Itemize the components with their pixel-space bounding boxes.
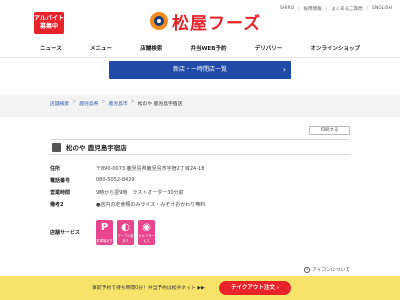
chevron-right-icon: ›: [282, 65, 286, 74]
info-label: 営業時間: [50, 189, 71, 196]
info-value[interactable]: 080-5052-8429: [96, 177, 135, 183]
question-icon: ?: [304, 266, 310, 273]
nav-item-menu[interactable]: メニュー: [90, 42, 112, 54]
breadcrumb-item[interactable]: 店舗検索: [50, 100, 69, 107]
nav-divider: [0, 57, 400, 58]
brand-logo-mark-icon: [150, 12, 168, 30]
brand-logo[interactable]: 松屋フーズ: [150, 8, 261, 34]
info-label: 電話番号: [50, 177, 71, 184]
breadcrumb-current: 松のや 鹿児島宇宿店: [137, 102, 183, 107]
service-glyph: ◉: [142, 221, 151, 233]
breadcrumb-separator: >: [130, 100, 135, 105]
store-icon: [52, 142, 61, 152]
main-nav: ニュース メニュー 店舗検索 弁当WEB予約 デリバリー オンラインショップ: [40, 42, 360, 54]
service-caption: 駐車場あり: [96, 238, 113, 243]
nav-item-news[interactable]: ニュース: [40, 42, 62, 54]
about-icons-link[interactable]: ? アイコンについて: [304, 266, 350, 273]
info-label: 備考2: [50, 201, 64, 208]
store-info-table: 住所 〒890-0073 鹿児島県鹿児島市宇宿2丁目24-18 電話番号 080…: [50, 162, 350, 210]
new-store-banner[interactable]: 新店・一時閉店一覧 ›: [109, 61, 291, 79]
info-value: 9時から翌9時 ラストオーダー30分前: [96, 189, 184, 196]
print-button[interactable]: 印刷する: [309, 126, 350, 135]
info-row-hours: 営業時間 9時から翌9時 ラストオーダー30分前: [50, 186, 350, 198]
service-glyph: ◐: [121, 221, 130, 233]
nav-item-online-shop[interactable]: オンラインショップ: [310, 42, 360, 54]
info-value: ●店内の定食類のみライス・みそ汁おかわり無料: [96, 201, 206, 208]
takeout-bar: 事前予約で待ち時間0分！弁当予約は松弁ネット ▶▶ テイクアウト注文 ›: [0, 276, 400, 300]
self-service-icon: ◉ セルフサービス: [138, 219, 155, 245]
top-link-recruit[interactable]: 採用情報: [298, 6, 322, 12]
info-row-phone: 電話番号 080-5052-8429: [50, 174, 350, 186]
store-title-bar: 松のや 鹿児島宇宿店: [50, 139, 350, 155]
nav-item-delivery[interactable]: デリバリー: [255, 42, 283, 54]
new-store-banner-label: 新店・一時閉店一覧: [172, 66, 227, 73]
services-label: 店舗サービス: [50, 229, 81, 236]
takeout-bar-text[interactable]: 事前予約で待ち時間0分！弁当予約は松弁ネット ▶▶: [92, 284, 205, 291]
service-caption: テーブル席あり: [117, 233, 134, 243]
breadcrumb-separator: >: [101, 100, 106, 105]
site-header: アルバイト 募集中 松屋フーズ SHIRO 採用情報 よくあるご質問 ENGLI…: [0, 0, 400, 42]
table-seat-icon: ◐ テーブル席あり: [117, 219, 134, 245]
top-link-english[interactable]: ENGLISH: [367, 6, 392, 12]
top-link-shiro[interactable]: SHIRO: [280, 6, 294, 12]
nav-item-store-search[interactable]: 店舗検索: [140, 42, 162, 54]
recruit-badge[interactable]: アルバイト 募集中: [34, 12, 64, 34]
nav-item-bento-reservation[interactable]: 弁当WEB予約: [190, 42, 226, 54]
breadcrumb-item[interactable]: 鹿児島市: [108, 100, 127, 107]
info-row-notes: 備考2 ●店内の定食類のみライス・みそ汁おかわり無料: [50, 198, 350, 210]
store-services-row: 店舗サービス P 駐車場あり ◐ テーブル席あり ◉ セルフサービス: [50, 217, 350, 247]
service-caption: セルフサービス: [138, 233, 155, 243]
about-icons-label: アイコンについて: [312, 268, 350, 273]
top-links: SHIRO 採用情報 よくあるご質問 ENGLISH: [280, 6, 392, 12]
service-glyph: P: [100, 221, 109, 233]
brand-name: 松屋フーズ: [172, 13, 262, 34]
info-label: 住所: [50, 165, 61, 172]
breadcrumb-separator: >: [72, 100, 77, 105]
takeout-order-button[interactable]: テイクアウト注文 ›: [219, 281, 291, 295]
info-row-address: 住所 〒890-0073 鹿児島県鹿児島市宇宿2丁目24-18: [50, 162, 350, 174]
store-name: 松のや 鹿児島宇宿店: [66, 144, 127, 152]
print-button-label: 印刷する: [320, 128, 339, 133]
top-link-faq[interactable]: よくあるご質問: [326, 6, 363, 12]
breadcrumb-item[interactable]: 鹿児島県: [79, 100, 98, 107]
info-value: 〒890-0073 鹿児島県鹿児島市宇宿2丁目24-18: [96, 165, 205, 172]
breadcrumb: 店舗検索 > 鹿児島県 > 鹿児島市 > 松のや 鹿児島宇宿店: [50, 100, 182, 107]
parking-icon: P 駐車場あり: [96, 219, 113, 245]
